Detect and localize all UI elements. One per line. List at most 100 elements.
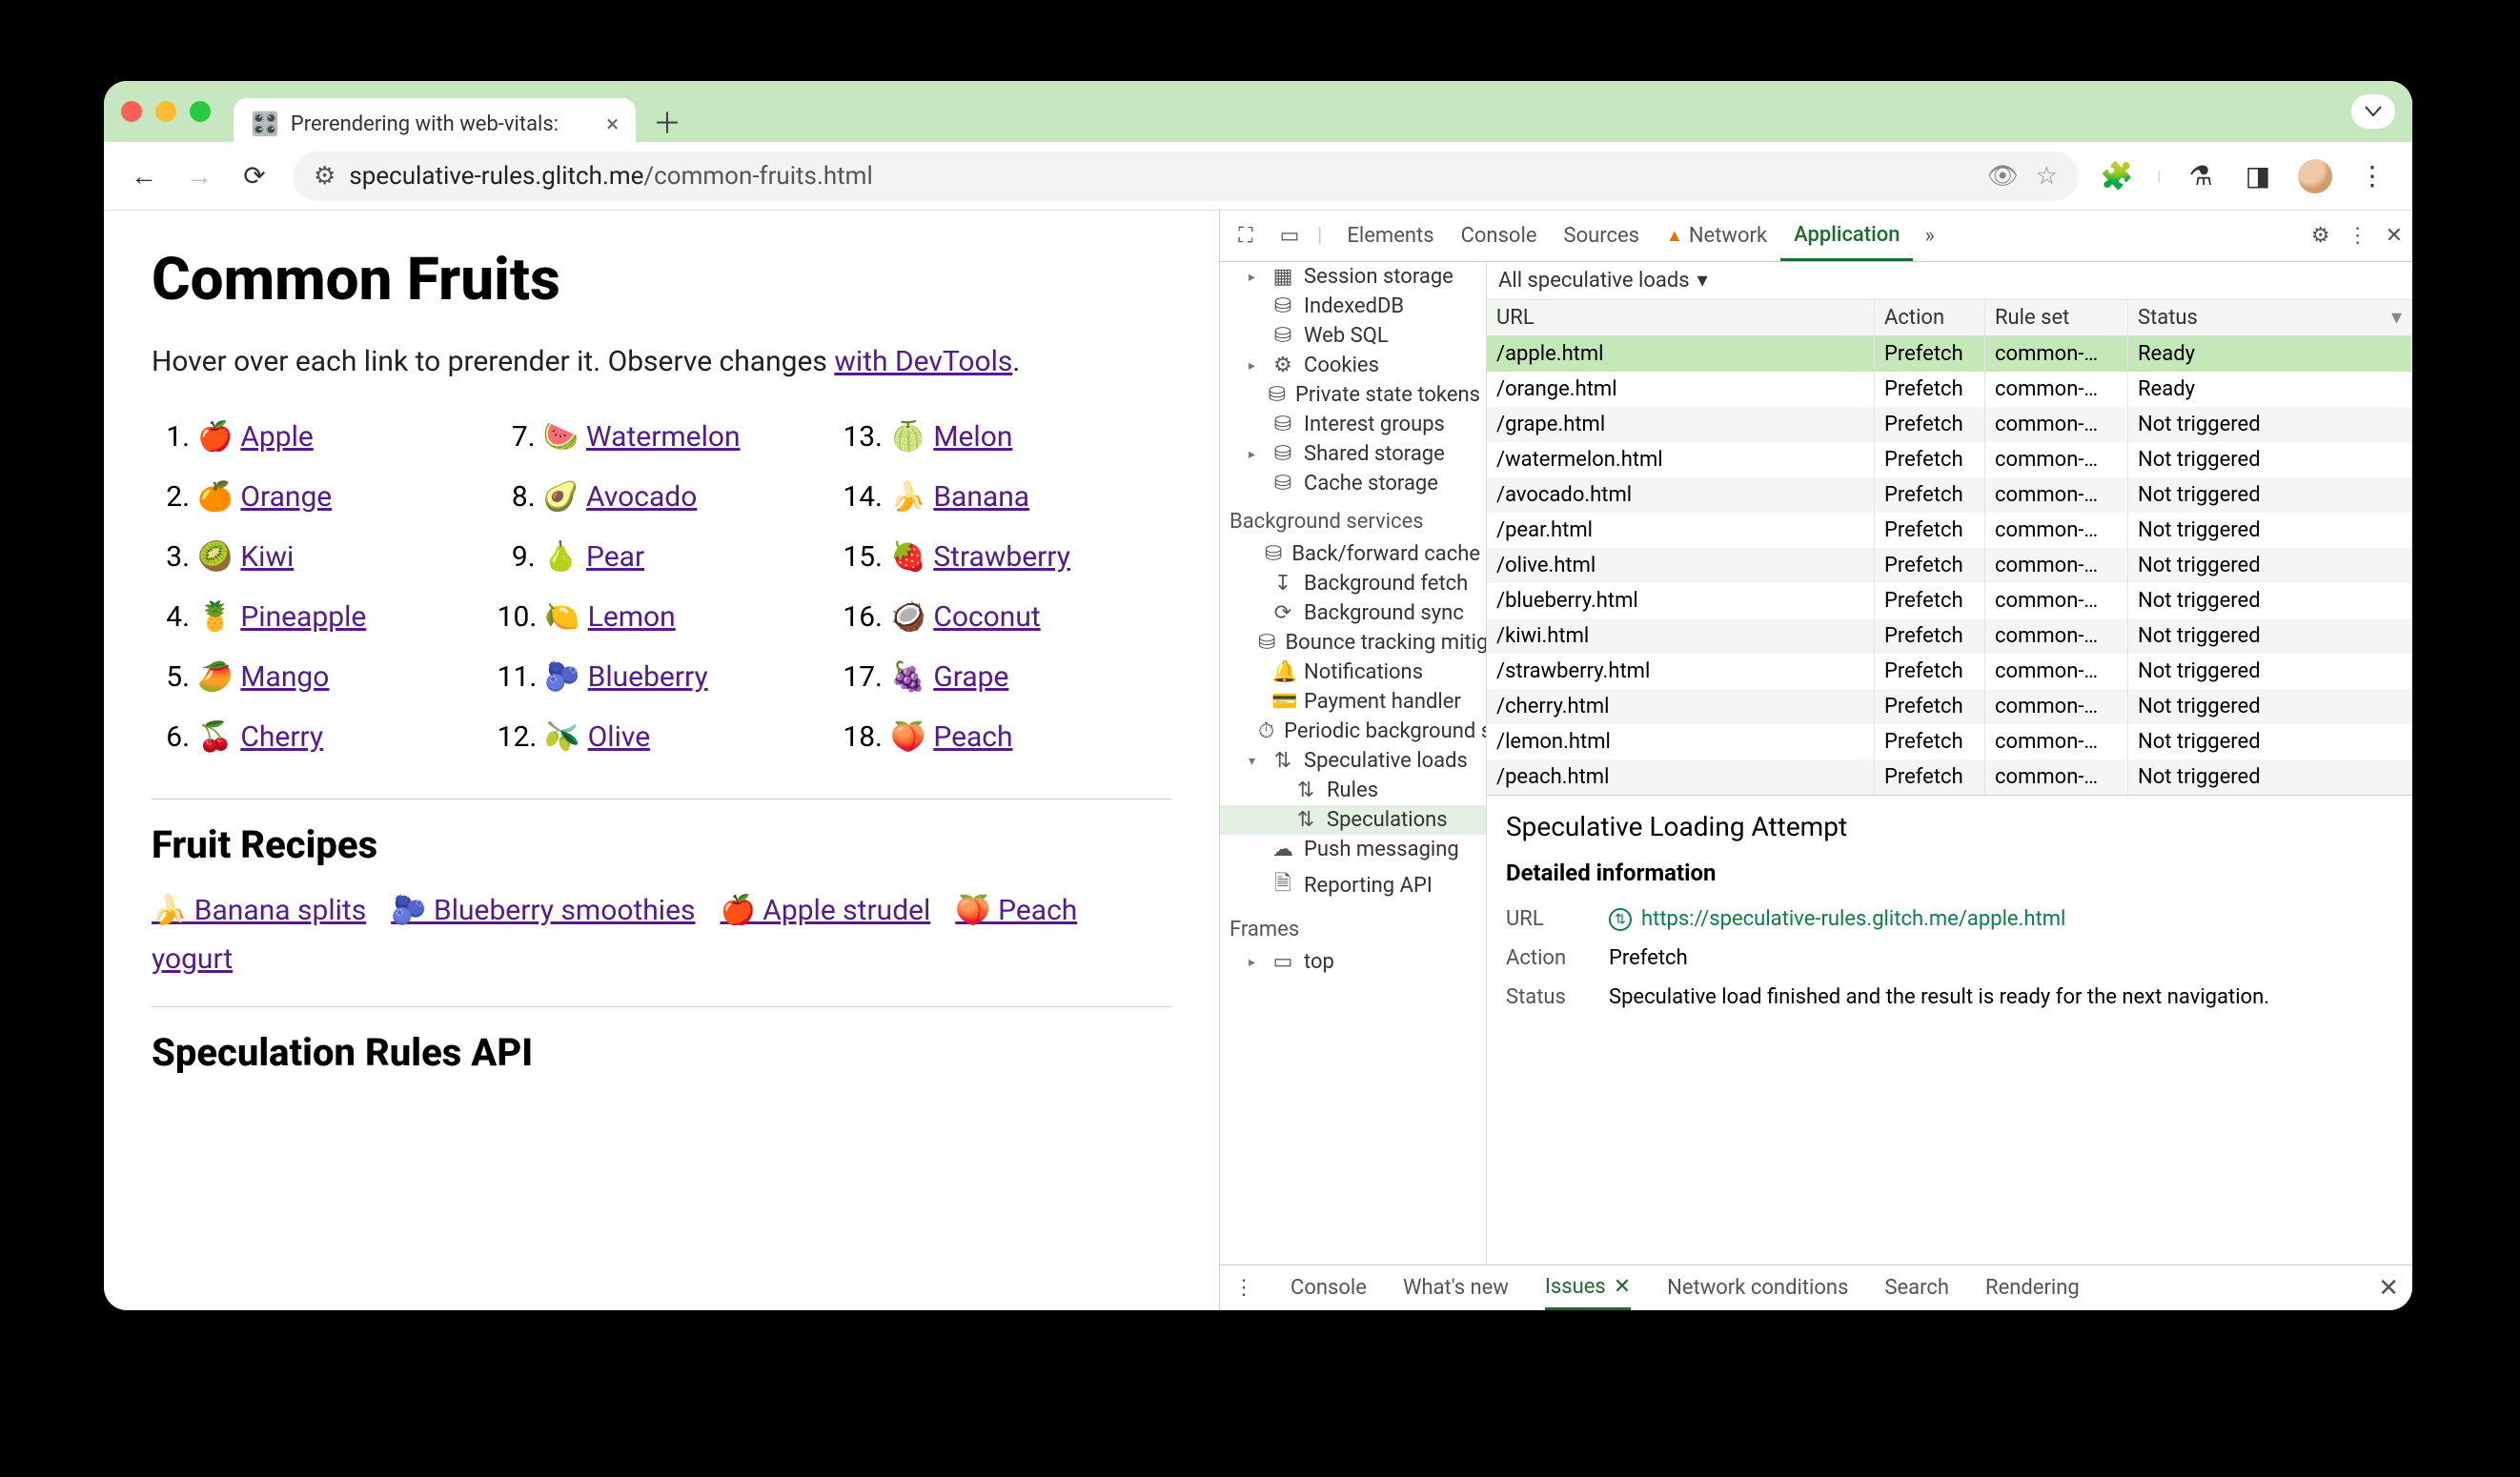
sidebar-item[interactable]: ⛁Web SQL <box>1220 321 1486 351</box>
reload-button[interactable]: ⟳ <box>237 159 272 193</box>
fruit-link[interactable]: 7. 🍉 Watermelon <box>498 410 826 464</box>
maximize-window-button[interactable] <box>190 101 211 122</box>
sidebar-item[interactable]: ⛁Back/forward cache <box>1220 539 1486 569</box>
fruit-link[interactable]: 1. 🍎 Apple <box>152 410 480 464</box>
minimize-window-button[interactable] <box>155 101 176 122</box>
col-url[interactable]: URL <box>1487 300 1875 335</box>
close-tab-icon[interactable]: × <box>606 111 619 137</box>
fruit-link[interactable]: 8. 🥑 Avocado <box>498 470 826 524</box>
filter-label[interactable]: All speculative loads <box>1498 269 1690 293</box>
fruit-link[interactable]: 9. 🍐 Pear <box>498 530 826 584</box>
drawer-tab-console[interactable]: Console <box>1290 1276 1367 1300</box>
settings-gear-icon[interactable]: ⚙ <box>2311 224 2330 248</box>
drawer-tab-search[interactable]: Search <box>1884 1276 1949 1300</box>
table-row[interactable]: /watermelon.htmlPrefetchcommon-…Not trig… <box>1487 442 2412 477</box>
fruit-link[interactable]: 4. 🍍 Pineapple <box>152 590 480 644</box>
fruit-link[interactable]: 13. 🍈 Melon <box>843 410 1171 464</box>
sidebar-item-speculative-loads[interactable]: ▾ ⇅ Speculative loads <box>1220 746 1486 776</box>
forward-button[interactable]: → <box>182 159 216 193</box>
table-row[interactable]: /blueberry.htmlPrefetchcommon-…Not trigg… <box>1487 583 2412 618</box>
table-row[interactable]: /avocado.htmlPrefetchcommon-…Not trigger… <box>1487 477 2412 513</box>
table-row[interactable]: /olive.htmlPrefetchcommon-…Not triggered <box>1487 548 2412 583</box>
fruit-link[interactable]: 5. 🥭 Mango <box>152 650 480 704</box>
table-row[interactable]: /cherry.htmlPrefetchcommon-…Not triggere… <box>1487 689 2412 724</box>
fruit-link[interactable]: 2. 🍊 Orange <box>152 470 480 524</box>
table-row[interactable]: /lemon.htmlPrefetchcommon-…Not triggered <box>1487 724 2412 759</box>
devtools-tab-elements[interactable]: Elements <box>1333 211 1447 261</box>
drawer-tab-what-s-new[interactable]: What's new <box>1403 1276 1509 1300</box>
kebab-menu-icon[interactable]: ⋮ <box>2355 159 2389 193</box>
recipe-link[interactable]: 🫐 Blueberry smoothies <box>391 894 695 927</box>
drawer-tab-network-conditions[interactable]: Network conditions <box>1667 1276 1848 1300</box>
site-info-icon[interactable]: ⚙ <box>314 162 335 191</box>
devtools-tab-application[interactable]: Application <box>1780 211 1913 261</box>
address-bar[interactable]: ⚙ speculative-rules.glitch.me/common-fru… <box>293 152 2079 201</box>
table-row[interactable]: /grape.htmlPrefetchcommon-…Not triggered <box>1487 407 2412 442</box>
labs-icon[interactable]: ⚗ <box>2184 159 2218 193</box>
devtools-tab-console[interactable]: Console <box>1448 211 1551 261</box>
sidebar-item[interactable]: ↧Background fetch <box>1220 569 1486 598</box>
close-window-button[interactable] <box>121 101 142 122</box>
sidebar-item[interactable]: ▸▦Session storage <box>1220 262 1486 292</box>
col-rule[interactable]: Rule set <box>1985 300 2128 335</box>
sidebar-item[interactable]: ▸⛁Shared storage <box>1220 439 1486 469</box>
back-button[interactable]: ← <box>127 159 161 193</box>
sidebar-item[interactable]: 💳Payment handler <box>1220 687 1486 717</box>
side-panel-icon[interactable]: ◨ <box>2241 159 2275 193</box>
sidebar-item[interactable]: 🗎Reporting API <box>1220 864 1486 906</box>
new-tab-button[interactable]: ＋ <box>653 100 681 142</box>
table-row[interactable]: /kiwi.htmlPrefetchcommon-…Not triggered <box>1487 618 2412 654</box>
sidebar-item[interactable]: ⟳Background sync <box>1220 598 1486 628</box>
drawer-tab-issues[interactable]: Issues ✕ <box>1545 1265 1631 1310</box>
sidebar-item[interactable]: ⛁IndexedDB <box>1220 292 1486 321</box>
dropdown-arrow-icon[interactable]: ▾ <box>1697 269 1708 293</box>
sidebar-item[interactable]: ☁Push messaging <box>1220 835 1486 864</box>
sidebar-item[interactable]: 🔔Notifications <box>1220 658 1486 687</box>
close-drawer-icon[interactable]: ✕ <box>2378 1274 2399 1303</box>
sidebar-item[interactable]: ⛁Interest groups <box>1220 410 1486 439</box>
sidebar-item[interactable]: ▸⚙Cookies <box>1220 351 1486 380</box>
fruit-link[interactable]: 18. 🍑 Peach <box>843 710 1171 764</box>
fruit-link[interactable]: 10. 🍋 Lemon <box>498 590 826 644</box>
fruit-link[interactable]: 12. 🫒 Olive <box>498 710 826 764</box>
devtools-tab-network[interactable]: Network <box>1653 211 1780 261</box>
table-row[interactable]: /strawberry.htmlPrefetchcommon-…Not trig… <box>1487 654 2412 689</box>
drawer-tab-rendering[interactable]: Rendering <box>1985 1276 2080 1300</box>
table-row[interactable]: /apple.htmlPrefetchcommon-…Ready <box>1487 336 2412 372</box>
sidebar-item[interactable]: ⇅Speculations <box>1220 805 1486 835</box>
col-status[interactable]: Status▾ <box>2128 300 2412 335</box>
devtools-tab-sources[interactable]: Sources <box>1551 211 1654 261</box>
fruit-link[interactable]: 3. 🥝 Kiwi <box>152 530 480 584</box>
fruit-link[interactable]: 15. 🍓 Strawberry <box>843 530 1171 584</box>
fruit-link[interactable]: 14. 🍌 Banana <box>843 470 1171 524</box>
sidebar-item[interactable]: ⏱Periodic background sync <box>1220 717 1486 746</box>
sidebar-item[interactable]: ⇅Rules <box>1220 776 1486 805</box>
profile-avatar[interactable] <box>2298 159 2332 193</box>
inspect-element-icon[interactable]: ⛶ <box>1230 224 1262 248</box>
fruit-link[interactable]: 17. 🍇 Grape <box>843 650 1171 704</box>
dropdown-arrow-icon[interactable]: ▾ <box>2391 306 2402 330</box>
browser-tab[interactable]: 🎛️ Prerendering with web-vitals: × <box>234 98 636 150</box>
detail-url-value[interactable]: ⇅ https://speculative-rules.glitch.me/ap… <box>1609 907 2065 931</box>
window-menu-button[interactable] <box>2351 94 2395 129</box>
more-tabs-icon[interactable]: » <box>1924 224 1934 248</box>
fruit-link[interactable]: 11. 🫐 Blueberry <box>498 650 826 704</box>
table-row[interactable]: /peach.htmlPrefetchcommon-…Not triggered <box>1487 759 2412 795</box>
close-devtools-icon[interactable]: ✕ <box>2386 224 2403 248</box>
device-toggle-icon[interactable]: ▭ <box>1273 224 1306 248</box>
eye-off-icon[interactable]: 👁 <box>1987 162 2019 191</box>
kebab-menu-icon[interactable]: ⋮ <box>2347 224 2368 248</box>
recipe-link[interactable]: 🍌 Banana splits <box>152 894 366 927</box>
extensions-icon[interactable]: 🧩 <box>2100 159 2134 193</box>
table-row[interactable]: /orange.htmlPrefetchcommon-…Ready <box>1487 372 2412 407</box>
with-devtools-link[interactable]: with DevTools <box>834 345 1012 378</box>
fruit-link[interactable]: 6. 🍒 Cherry <box>152 710 480 764</box>
recipe-link[interactable]: 🍎 Apple strudel <box>720 894 930 927</box>
table-row[interactable]: /pear.htmlPrefetchcommon-…Not triggered <box>1487 513 2412 548</box>
sidebar-item[interactable]: ⛁Cache storage <box>1220 469 1486 498</box>
fruit-link[interactable]: 16. 🥥 Coconut <box>843 590 1171 644</box>
kebab-menu-icon[interactable]: ⋮ <box>1233 1276 1254 1300</box>
col-action[interactable]: Action <box>1875 300 1985 335</box>
sidebar-item[interactable]: ⛁Bounce tracking mitigations <box>1220 628 1486 658</box>
sidebar-item[interactable]: ▸▭top <box>1220 947 1486 977</box>
